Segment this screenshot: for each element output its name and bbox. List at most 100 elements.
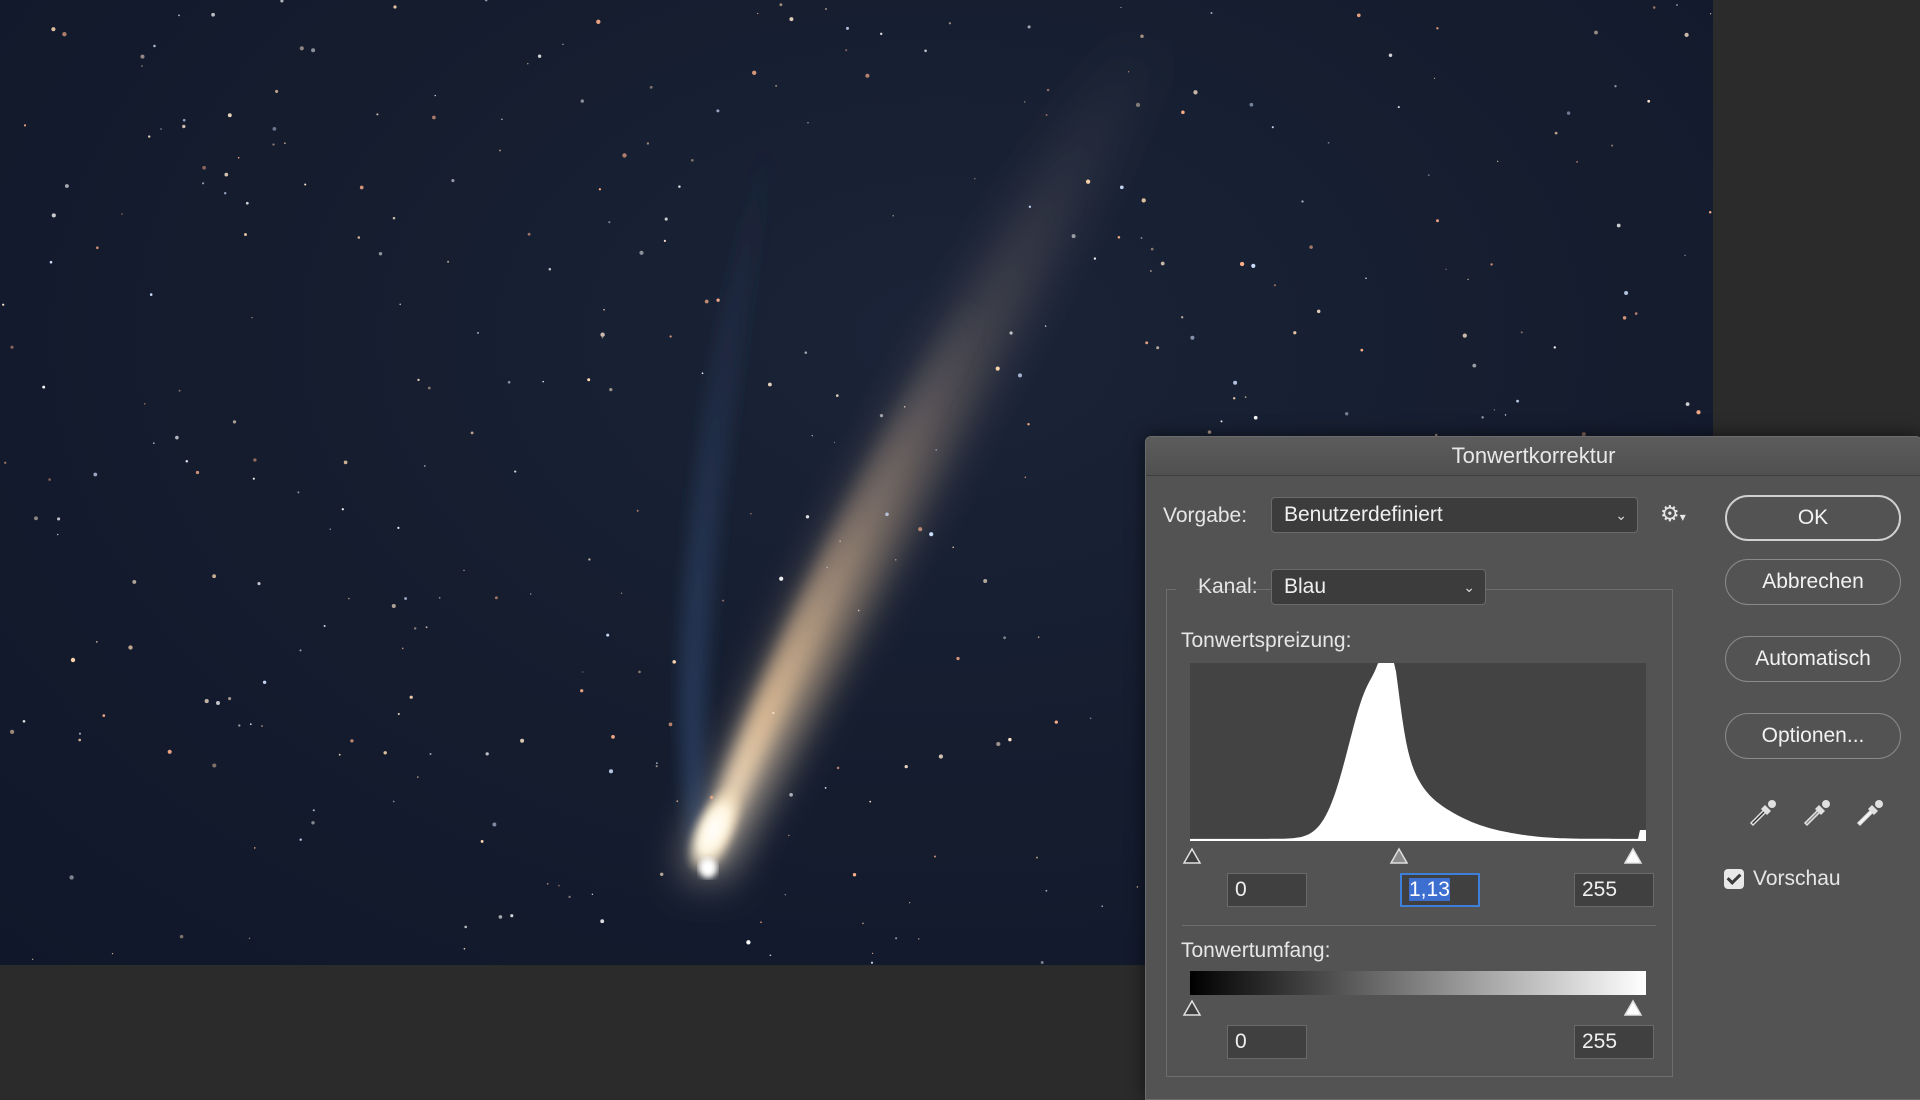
options-button[interactable]: Optionen... [1725, 713, 1901, 759]
star [839, 540, 841, 542]
star [587, 378, 591, 382]
input-gamma-field[interactable]: 1,13 [1400, 873, 1480, 907]
white-point-eyedropper-icon[interactable] [1852, 795, 1888, 831]
star [141, 65, 143, 67]
star [788, 834, 790, 837]
star [312, 809, 315, 812]
star [784, 894, 786, 896]
auto-button[interactable]: Automatisch [1725, 636, 1901, 682]
star [498, 915, 503, 919]
star [1036, 856, 1038, 859]
gear-icon[interactable]: ⚙▾ [1660, 501, 1686, 527]
output-levels-label: Tonwertumfang: [1181, 939, 1331, 962]
star [1220, 420, 1223, 423]
star [646, 142, 650, 145]
levels-dialog: Tonwertkorrektur Vorgabe: Benutzerdefini… [1145, 436, 1920, 1100]
input-levels-slider[interactable] [1182, 843, 1646, 867]
star [608, 769, 614, 774]
star [1436, 219, 1439, 223]
output-white-field[interactable]: 255 [1574, 1025, 1654, 1059]
star [463, 569, 465, 571]
star [1233, 380, 1238, 385]
preset-select[interactable]: Benutzerdefiniert ⌄ [1271, 497, 1638, 533]
star [51, 27, 56, 32]
ok-button[interactable]: OK [1725, 495, 1901, 541]
star [789, 17, 794, 22]
dialog-title[interactable]: Tonwertkorrektur [1146, 437, 1920, 476]
star [603, 308, 605, 311]
star [95, 246, 99, 250]
star [57, 517, 61, 521]
star [622, 153, 627, 158]
star [311, 821, 315, 825]
star [1017, 373, 1023, 378]
star [638, 670, 641, 674]
star [935, 449, 938, 451]
star [1120, 6, 1122, 9]
star [1647, 99, 1651, 103]
star [672, 660, 676, 664]
star [1624, 290, 1629, 296]
star [1611, 144, 1614, 147]
star [1009, 331, 1013, 335]
star [1622, 316, 1627, 320]
star [1003, 636, 1006, 640]
star [871, 952, 874, 955]
star [56, 533, 59, 536]
preview-checkbox[interactable] [1724, 869, 1744, 889]
star [272, 143, 275, 146]
star [178, 14, 180, 17]
star [299, 46, 304, 51]
star [562, 43, 564, 45]
star [649, 85, 653, 89]
star [254, 847, 256, 849]
star [606, 633, 610, 637]
star [1040, 961, 1044, 964]
star [857, 609, 860, 612]
star [1045, 113, 1048, 117]
star [343, 460, 348, 465]
star [1493, 409, 1496, 411]
cancel-button[interactable]: Abbrechen [1725, 559, 1901, 605]
channel-select[interactable]: Blau ⌄ [1271, 569, 1486, 605]
star [846, 26, 849, 30]
star [709, 795, 714, 800]
star [224, 172, 229, 177]
gray-point-eyedropper-icon[interactable] [1799, 795, 1835, 831]
input-gamma-handle [1389, 847, 1409, 864]
star [1708, 211, 1712, 214]
star [341, 508, 344, 511]
star [1093, 257, 1097, 260]
star [48, 478, 51, 481]
star [4, 461, 7, 464]
star [409, 695, 413, 699]
star [1344, 412, 1349, 416]
star [1160, 261, 1165, 266]
star [102, 714, 106, 717]
star [760, 921, 762, 924]
preset-value: Benutzerdefiniert [1284, 503, 1443, 526]
star [383, 751, 387, 755]
star [1365, 277, 1367, 280]
star [153, 44, 156, 48]
star [1652, 6, 1656, 9]
star [425, 626, 428, 629]
star [879, 32, 883, 36]
star [144, 403, 146, 405]
star [1520, 331, 1523, 334]
star [825, 8, 827, 10]
star [636, 509, 639, 512]
star [934, 855, 936, 858]
output-black-field[interactable]: 0 [1227, 1025, 1307, 1059]
star [10, 345, 14, 349]
star [501, 118, 503, 121]
black-point-eyedropper-icon[interactable] [1745, 795, 1781, 831]
star [558, 884, 560, 887]
star [664, 217, 668, 221]
star [527, 232, 531, 236]
input-black-field[interactable]: 0 [1227, 873, 1307, 907]
input-white-field[interactable]: 255 [1574, 873, 1654, 907]
output-levels-slider[interactable] [1182, 995, 1646, 1019]
histogram-graph [1190, 663, 1646, 841]
star [1141, 198, 1146, 203]
